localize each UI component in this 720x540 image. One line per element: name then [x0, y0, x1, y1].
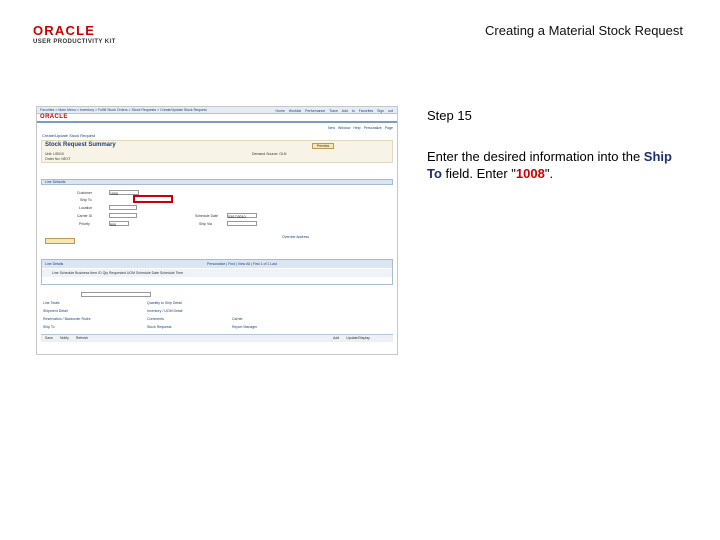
preview-button[interactable]: Preview [312, 143, 334, 149]
instruction-text-before: Enter the desired information into the [427, 149, 644, 164]
bottom-link-5[interactable]: Inventory / UOM Detail [147, 309, 182, 314]
grid-title: Line Details [45, 262, 64, 266]
location-input[interactable] [109, 205, 137, 210]
bottom-link-4[interactable]: Quantity to Ship Detail [147, 301, 182, 306]
bottom-link-7[interactable]: Stock Requests [147, 325, 172, 330]
document-title: Creating a Material Stock Request [485, 23, 683, 38]
header-links[interactable]: Home Worklist Performance Trace Add to F… [275, 109, 393, 114]
bottom-link-2[interactable]: Reservation / Backorder Rules [43, 317, 90, 322]
bottom-link-8[interactable]: Carrier [232, 317, 243, 322]
ship-to-value: 1008 [515, 166, 545, 181]
grid-columns: Line Schedule Business Item ID Qty Reque… [52, 271, 184, 275]
page-header-panel: Stock Request Summary Preview Unit: US01… [41, 140, 393, 163]
oracle-logo: ORACLE [40, 114, 68, 120]
tool-links[interactable]: New Window Help Personalize Page [328, 126, 393, 131]
schedule-date-label: Schedule Date [195, 214, 218, 218]
carrier-input[interactable] [109, 213, 137, 218]
ship-via-input[interactable] [227, 221, 257, 226]
priority-input[interactable]: 500 [109, 221, 129, 227]
footer-left-buttons[interactable]: Save Notify Refresh [45, 336, 88, 341]
grid-column-headers: Line Schedule Business Item ID Qty Reque… [42, 269, 392, 277]
go-to-menu-select[interactable] [81, 292, 151, 297]
grid-nav-links[interactable]: Personalize | Find | View All | First 1 … [207, 262, 277, 267]
instruction-text-after: ". [544, 166, 554, 181]
schedule-date-input[interactable]: 03/17/2010 [227, 213, 257, 219]
logo-subtitle: USER PRODUCTIVITY KIT [33, 39, 116, 45]
bottom-link-1[interactable]: Shipment Detail [43, 309, 68, 314]
location-label: Location [79, 206, 93, 210]
order-no-label: Order No: NEXT [45, 157, 71, 161]
ship-to-label: Ship To [80, 198, 92, 202]
grid-header: Line Details Personalize | Find | View A… [42, 260, 392, 268]
demand-source-label: Demand Source: OLN [252, 152, 287, 156]
priority-label: Priority [79, 222, 90, 226]
bottom-link-0[interactable]: Line Totals [43, 301, 60, 306]
bottom-link-6[interactable]: Comments [147, 317, 164, 322]
override-address-link[interactable]: Override Address [282, 235, 309, 240]
page-breadcrumb[interactable]: Create/Update Stock Request [42, 133, 95, 138]
bottom-link-9[interactable]: Report Manager [232, 325, 257, 330]
oracle-header-bar: ORACLE Home Worklist Performance Trace A… [37, 109, 397, 123]
logo-brand: ORACLE [33, 23, 96, 38]
line-defaults-section[interactable]: Line Defaults [41, 179, 393, 185]
ship-via-label: Ship Via [199, 222, 212, 226]
ship-to-input[interactable] [133, 195, 173, 203]
nav-path[interactable]: Favorites > Main Menu > Inventory > Fulf… [40, 108, 207, 113]
fill-missing-button[interactable] [45, 238, 75, 244]
oracle-upk-logo: ORACLE USER PRODUCTIVITY KIT [33, 24, 125, 45]
customer-label: Customer [77, 191, 93, 195]
step-number: Step 15 [427, 108, 472, 123]
step-instruction: Enter the desired information into the S… [427, 148, 677, 182]
footer-right-buttons[interactable]: Add Update/Display [333, 336, 370, 341]
page-title: Stock Request Summary [45, 142, 116, 148]
line-details-grid: Line Details Personalize | Find | View A… [41, 259, 393, 285]
instruction-text-middle: field. Enter " [441, 166, 516, 181]
carrier-label: Carrier ID [77, 214, 93, 218]
app-screenshot: Favorites > Main Menu > Inventory > Fulf… [36, 106, 398, 355]
bottom-link-3[interactable]: Ship To [43, 325, 55, 330]
page-footer-toolbar: Save Notify Refresh Add Update/Display [41, 334, 393, 342]
